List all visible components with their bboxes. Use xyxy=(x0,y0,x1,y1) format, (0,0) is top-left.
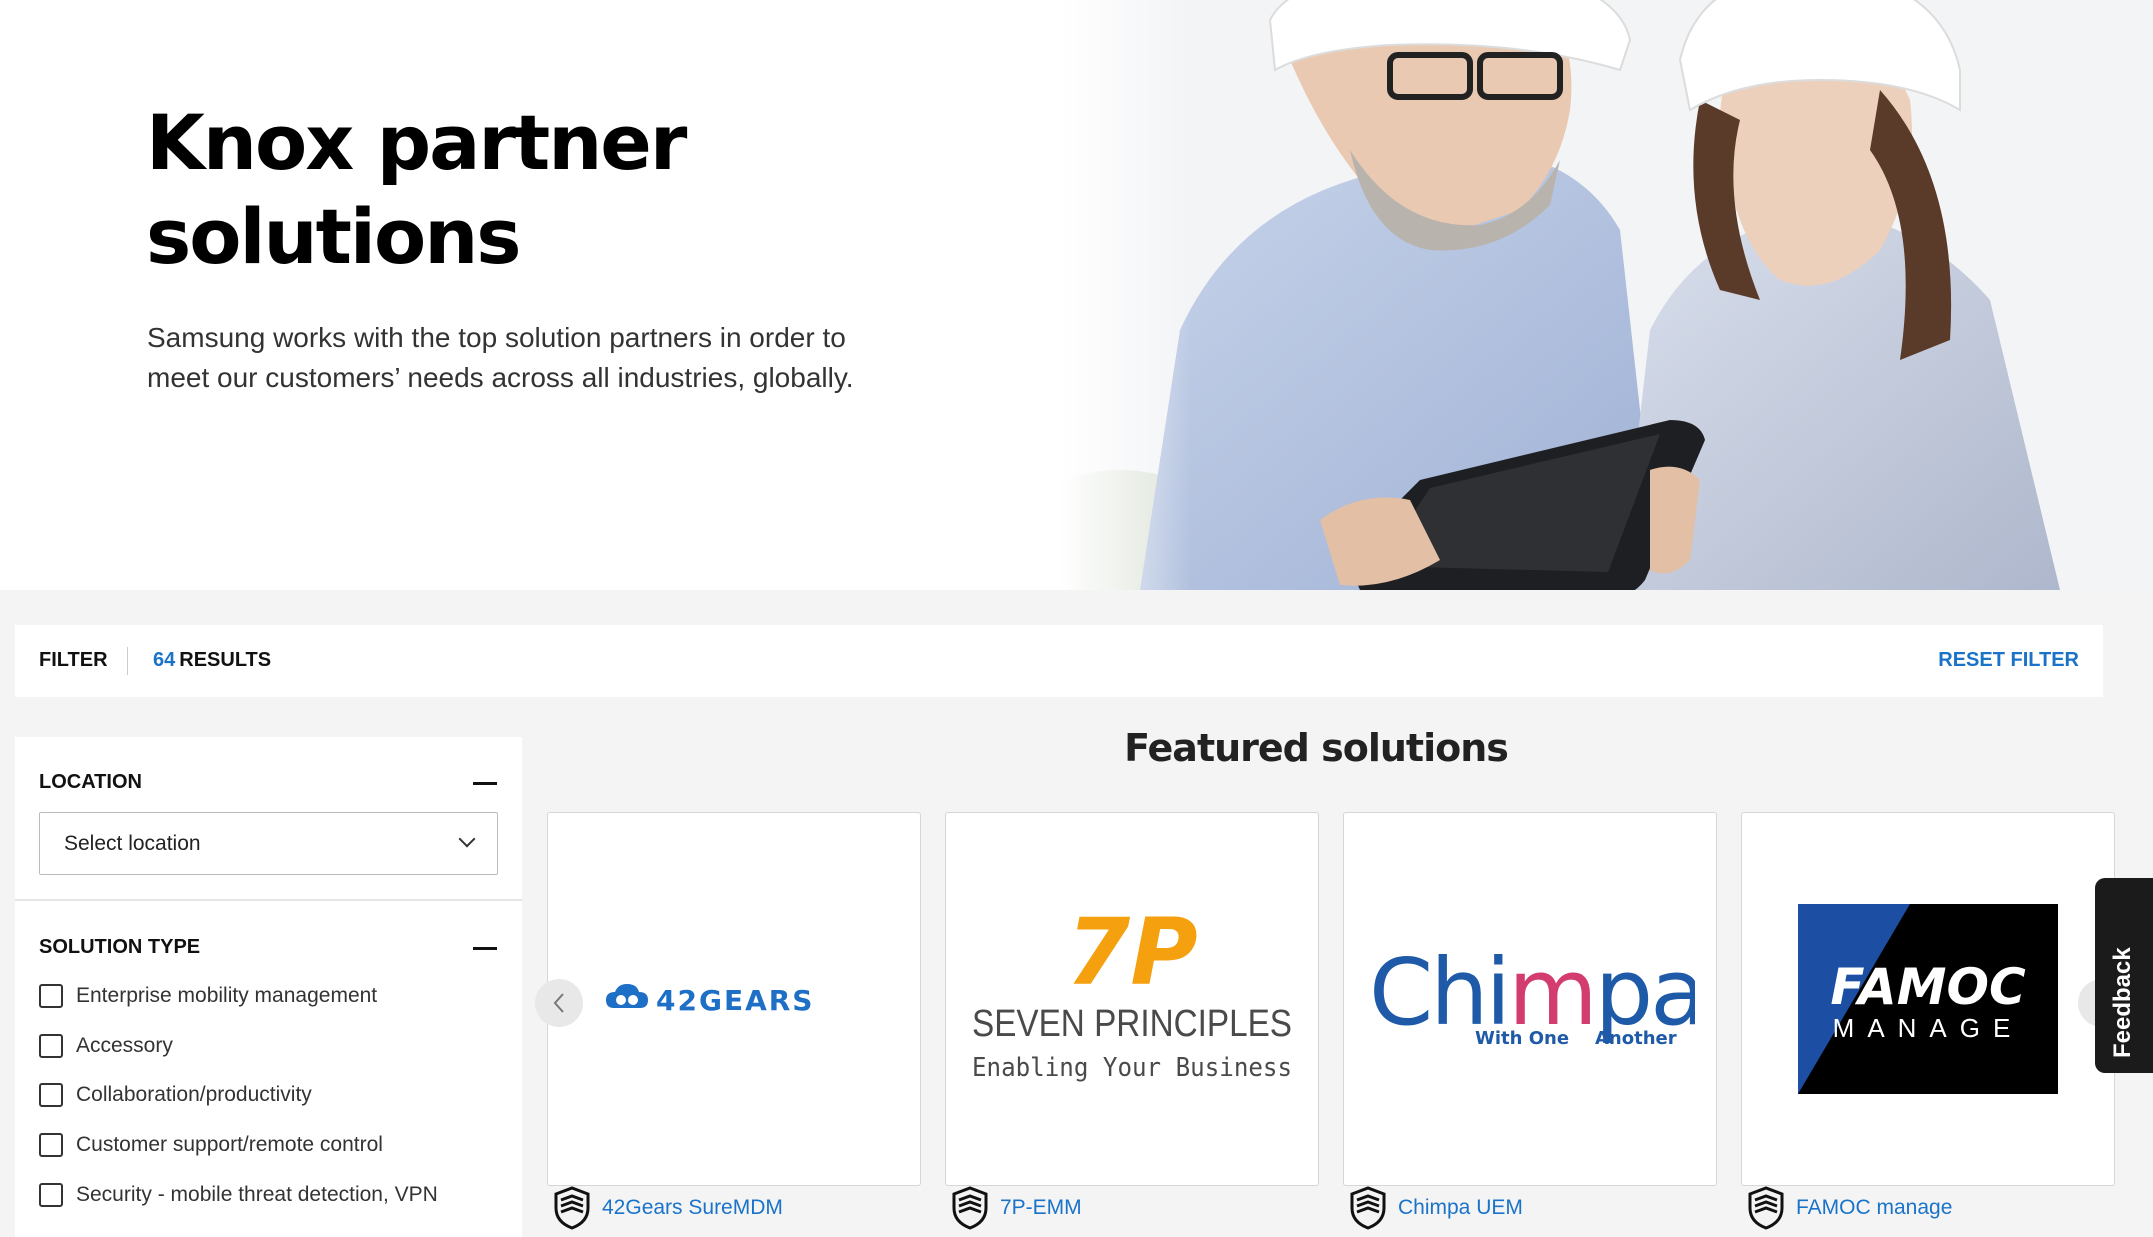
knox-shield-icon xyxy=(554,1186,590,1230)
checkbox-security-mobile-threat-detection-vpn[interactable]: Security - mobile threat detection, VPN xyxy=(39,1180,438,1210)
hero-photo xyxy=(1060,0,2153,590)
42gears-logo: 42GEARS xyxy=(548,813,920,1185)
solution-card-42gears[interactable]: 42GEARS xyxy=(547,812,921,1186)
solution-link[interactable]: 42Gears SureMDM xyxy=(602,1196,783,1220)
checkbox-enterprise-mobility-management[interactable]: Enterprise mobility management xyxy=(39,981,377,1011)
carousel-prev-button[interactable] xyxy=(535,979,583,1027)
card-caption-chimpa: Chimpa UEM xyxy=(1348,1186,1523,1230)
famoc-logo-line1: FAMOC xyxy=(1830,958,2026,1016)
42gears-logo-text: 42GEARS xyxy=(656,984,814,1017)
famoc-logo-line2: MANAGE xyxy=(1833,1013,2024,1043)
featured-solutions-heading: Featured solutions xyxy=(1124,726,1509,770)
page-title-line2: solutions xyxy=(146,192,522,281)
chimpa-tagline-b: Another xyxy=(1595,1028,1677,1049)
checkbox[interactable] xyxy=(39,1183,63,1207)
solution-card-famoc[interactable]: FAMOC MANAGE xyxy=(1741,812,2115,1186)
checkbox-label: Collaboration/productivity xyxy=(76,1083,312,1106)
knox-shield-icon xyxy=(1748,1186,1784,1230)
famoc-logo: FAMOC MANAGE xyxy=(1742,813,2114,1185)
filter-divider xyxy=(127,647,128,675)
page-title: Knox partner solutions xyxy=(146,96,687,284)
page-title-line1: Knox partner xyxy=(146,98,687,187)
filter-label[interactable]: FILTER xyxy=(39,649,108,672)
filter-bar: FILTER 64 RESULTS RESET FILTER xyxy=(15,625,2103,697)
7p-logo-line2: Enabling Your Business xyxy=(972,1053,1292,1083)
filter-sidebar: LOCATION Select location SOLUTION TYPE E… xyxy=(15,737,522,1237)
solution-link[interactable]: Chimpa UEM xyxy=(1398,1196,1523,1220)
card-caption-famoc: FAMOC manage xyxy=(1746,1186,1952,1230)
checkbox-collaboration-productivity[interactable]: Collaboration/productivity xyxy=(39,1080,312,1110)
hero-description: Samsung works with the top solution part… xyxy=(147,318,907,398)
feedback-label: Feedback xyxy=(2109,947,2136,1058)
results-count: 64 RESULTS xyxy=(153,649,271,672)
checkbox-label: Enterprise mobility management xyxy=(76,984,378,1007)
card-caption-7p-emm: 7P-EMM xyxy=(950,1186,1082,1230)
hero-description-line2: meet our customers’ needs across all ind… xyxy=(147,362,854,393)
checkbox-label: Security - mobile threat detection, VPN xyxy=(76,1183,438,1206)
minus-icon[interactable] xyxy=(473,782,497,785)
solution-type-section: SOLUTION TYPE Enterprise mobility manage… xyxy=(15,901,522,1237)
checkbox-accessory[interactable]: Accessory xyxy=(39,1031,173,1061)
location-select-value: Select location xyxy=(64,832,201,855)
7p-logo-mark: 7P xyxy=(1066,904,1197,1006)
minus-icon[interactable] xyxy=(473,947,497,950)
solution-card-7p-emm[interactable]: 7P SEVEN PRINCIPLES Enabling Your Busine… xyxy=(945,812,1319,1186)
feedback-tab[interactable]: Feedback xyxy=(2095,878,2153,1073)
chevron-down-icon xyxy=(458,830,476,848)
checkbox-label: Customer support/remote control xyxy=(76,1133,383,1156)
chevron-left-icon xyxy=(553,993,564,1013)
checkbox[interactable] xyxy=(39,1133,63,1157)
knox-shield-icon xyxy=(952,1186,988,1230)
solution-type-heading: SOLUTION TYPE xyxy=(39,936,201,958)
location-heading: LOCATION xyxy=(39,771,142,793)
results-number: 64 xyxy=(153,649,176,671)
7p-logo-line1: SEVEN PRINCIPLES xyxy=(972,1003,1292,1045)
results-label: RESULTS xyxy=(179,649,272,671)
card-caption-42gears: 42Gears SureMDM xyxy=(552,1186,783,1230)
checkbox[interactable] xyxy=(39,1083,63,1107)
solution-link[interactable]: FAMOC manage xyxy=(1796,1196,1952,1220)
solution-link[interactable]: 7P-EMM xyxy=(1000,1196,1082,1220)
hero-description-line1: Samsung works with the top solution part… xyxy=(147,322,846,353)
location-select[interactable]: Select location xyxy=(39,812,498,875)
chimpa-logo: Chimpa With One Another xyxy=(1344,813,1716,1185)
hero-banner: Knox partner solutions Samsung works wit… xyxy=(0,0,2153,590)
checkbox[interactable] xyxy=(39,984,63,1008)
knox-shield-icon xyxy=(1350,1186,1386,1230)
7p-logo: 7P SEVEN PRINCIPLES Enabling Your Busine… xyxy=(946,813,1318,1185)
checkbox-label: Accessory xyxy=(76,1034,173,1057)
reset-filter-button[interactable]: RESET FILTER xyxy=(1938,649,2079,672)
location-section: LOCATION Select location xyxy=(15,737,522,901)
chimpa-tagline-a: With One xyxy=(1475,1028,1569,1049)
checkbox[interactable] xyxy=(39,1034,63,1058)
solution-card-chimpa[interactable]: Chimpa With One Another xyxy=(1343,812,1717,1186)
checkbox-customer-support-remote-control[interactable]: Customer support/remote control xyxy=(39,1130,383,1160)
